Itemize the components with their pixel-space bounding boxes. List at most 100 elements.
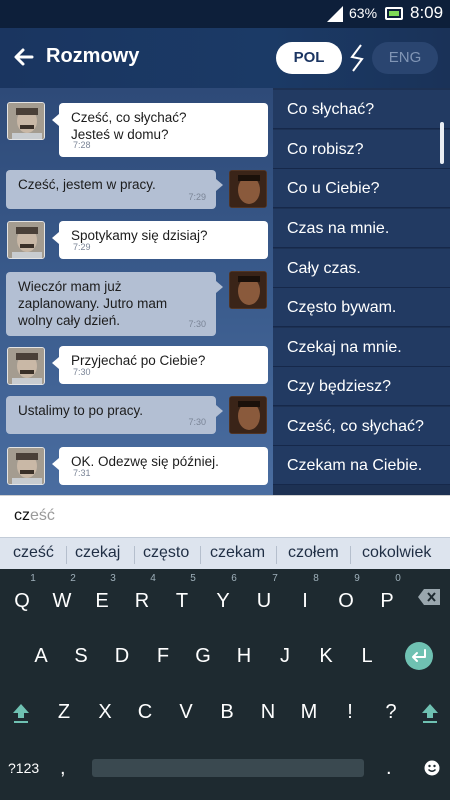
message-text: wolny cały dzień. <box>18 313 121 328</box>
key-b[interactable]: B <box>212 692 242 732</box>
phrase-item[interactable]: Co robisz? <box>273 130 450 169</box>
phrase-item[interactable]: Często bywam. <box>273 288 450 327</box>
key-s[interactable]: S <box>66 636 96 676</box>
back-arrow-icon[interactable] <box>12 45 36 69</box>
conversation-panel[interactable]: Cześć, co słychać? Jesteś w domu? 7:28 C… <box>0 88 273 495</box>
key-o[interactable]: 9O <box>331 574 361 621</box>
key-q[interactable]: 1Q <box>7 574 37 621</box>
key-x[interactable]: X <box>90 692 120 732</box>
avatar-man-icon <box>230 272 266 308</box>
suggestion-item[interactable]: czołem <box>288 544 339 562</box>
message-time: 7:30 <box>188 319 206 329</box>
key-a[interactable]: A <box>26 636 56 676</box>
phrase-item[interactable]: Cały czas. <box>273 249 450 288</box>
key-g[interactable]: G <box>188 636 218 676</box>
battery-icon <box>385 7 403 20</box>
language-pol-button[interactable]: POL <box>276 42 342 74</box>
key-v[interactable]: V <box>171 692 201 732</box>
phrase-item[interactable]: Czy będziesz? <box>273 367 450 406</box>
key-hint: 1 <box>30 573 36 584</box>
key-hint: 8 <box>313 573 319 584</box>
user-avatar <box>229 396 267 434</box>
key-r[interactable]: 4R <box>127 574 157 621</box>
message-time: 7:29 <box>188 192 206 202</box>
contact-avatar <box>7 102 45 140</box>
phrase-list[interactable]: Co słychać? Co robisz? Co u Ciebie? Czas… <box>273 88 450 495</box>
suggestion-item[interactable]: cokolwiek <box>362 544 431 562</box>
phrase-item[interactable]: Czekaj na mnie. <box>273 328 450 367</box>
key-question[interactable]: ? <box>376 692 406 732</box>
key-exclamation[interactable]: ! <box>335 692 365 732</box>
key-u[interactable]: 7U <box>249 574 279 621</box>
message-time: 7:28 <box>73 140 91 150</box>
key-l[interactable]: L <box>352 636 382 676</box>
phrase-item[interactable]: Co słychać? <box>273 90 450 129</box>
phrase-item[interactable]: Czas na mnie. <box>273 209 450 248</box>
key-h[interactable]: H <box>229 636 259 676</box>
input-text[interactable]: cześć <box>14 507 55 525</box>
key-hint: 6 <box>231 573 237 584</box>
key-p[interactable]: 0P <box>372 574 402 621</box>
message-bubble-incoming: OK. Odezwę się później. 7:31 <box>52 447 268 485</box>
message-text: Ustalimy to po pracy. <box>18 403 144 418</box>
key-k[interactable]: K <box>311 636 341 676</box>
key-label: U <box>256 590 272 612</box>
suggestion-bar: cześć czekaj często czekam czołem cokolw… <box>0 537 450 569</box>
key-i[interactable]: 8I <box>290 574 320 621</box>
suggestion-item[interactable]: często <box>143 544 189 562</box>
key-n[interactable]: N <box>253 692 283 732</box>
user-avatar <box>229 170 267 208</box>
message-bubble-outgoing: Ustalimy to po pracy. 7:30 <box>6 396 223 434</box>
language-swap-icon[interactable] <box>346 42 368 74</box>
symbols-key[interactable]: ?123 <box>8 760 39 776</box>
message-text: zaplanowany. Jutro mam <box>18 296 168 311</box>
key-label: T <box>175 590 189 612</box>
avatar-man-mustache-icon <box>8 348 44 384</box>
key-hint: 9 <box>354 573 360 584</box>
key-d[interactable]: D <box>107 636 137 676</box>
phrase-item[interactable]: Cześć, co słychać? <box>273 407 450 446</box>
message-bubble-incoming: Przyjechać po Ciebie? 7:30 <box>52 346 268 384</box>
app-header: Rozmowy POL ENG <box>0 28 450 88</box>
key-label: E <box>95 590 109 612</box>
backspace-icon[interactable] <box>417 588 441 606</box>
period-key[interactable]: . <box>386 757 392 780</box>
message-time: 7:30 <box>73 367 91 377</box>
language-eng-button[interactable]: ENG <box>372 42 438 74</box>
key-hint: 2 <box>70 573 76 584</box>
key-label: R <box>134 590 150 612</box>
key-z[interactable]: Z <box>49 692 79 732</box>
message-time: 7:31 <box>73 468 91 478</box>
key-y[interactable]: 6Y <box>208 574 238 621</box>
key-e[interactable]: 3E <box>87 574 117 621</box>
key-m[interactable]: M <box>294 692 324 732</box>
key-f[interactable]: F <box>148 636 178 676</box>
key-j[interactable]: J <box>270 636 300 676</box>
suggestion-item[interactable]: czekam <box>210 544 265 562</box>
key-hint: 4 <box>150 573 156 584</box>
message-text: Przyjechać po Ciebie? <box>71 353 206 368</box>
key-c[interactable]: C <box>130 692 160 732</box>
key-hint: 0 <box>395 573 401 584</box>
input-typed-text: cz <box>14 507 30 524</box>
phrase-list-scrollbar[interactable] <box>440 122 444 164</box>
shift-right-icon[interactable] <box>421 702 439 724</box>
key-label: P <box>380 590 394 612</box>
phrase-item[interactable]: Czekam na Ciebie. <box>273 446 450 485</box>
suggestion-item[interactable]: czekaj <box>75 544 120 562</box>
suggestion-item[interactable]: cześć <box>13 544 54 562</box>
comma-key[interactable]: , <box>60 757 66 780</box>
phrase-item[interactable]: Co u Ciebie? <box>273 169 450 208</box>
message-bubble-outgoing: Wieczór mam już zaplanowany. Jutro mam w… <box>6 272 223 336</box>
shift-left-icon[interactable] <box>12 702 30 724</box>
space-key[interactable] <box>92 759 364 777</box>
key-w[interactable]: 2W <box>47 574 77 621</box>
suggestion-divider <box>276 546 277 564</box>
emoji-icon[interactable] <box>424 760 440 776</box>
enter-key[interactable] <box>405 642 433 670</box>
message-input[interactable]: cześć <box>0 495 450 537</box>
key-t[interactable]: 5T <box>167 574 197 621</box>
key-label: Y <box>216 590 230 612</box>
message-bubble-outgoing: Cześć, jestem w pracy. 7:29 <box>6 170 223 209</box>
suggestion-divider <box>200 546 201 564</box>
